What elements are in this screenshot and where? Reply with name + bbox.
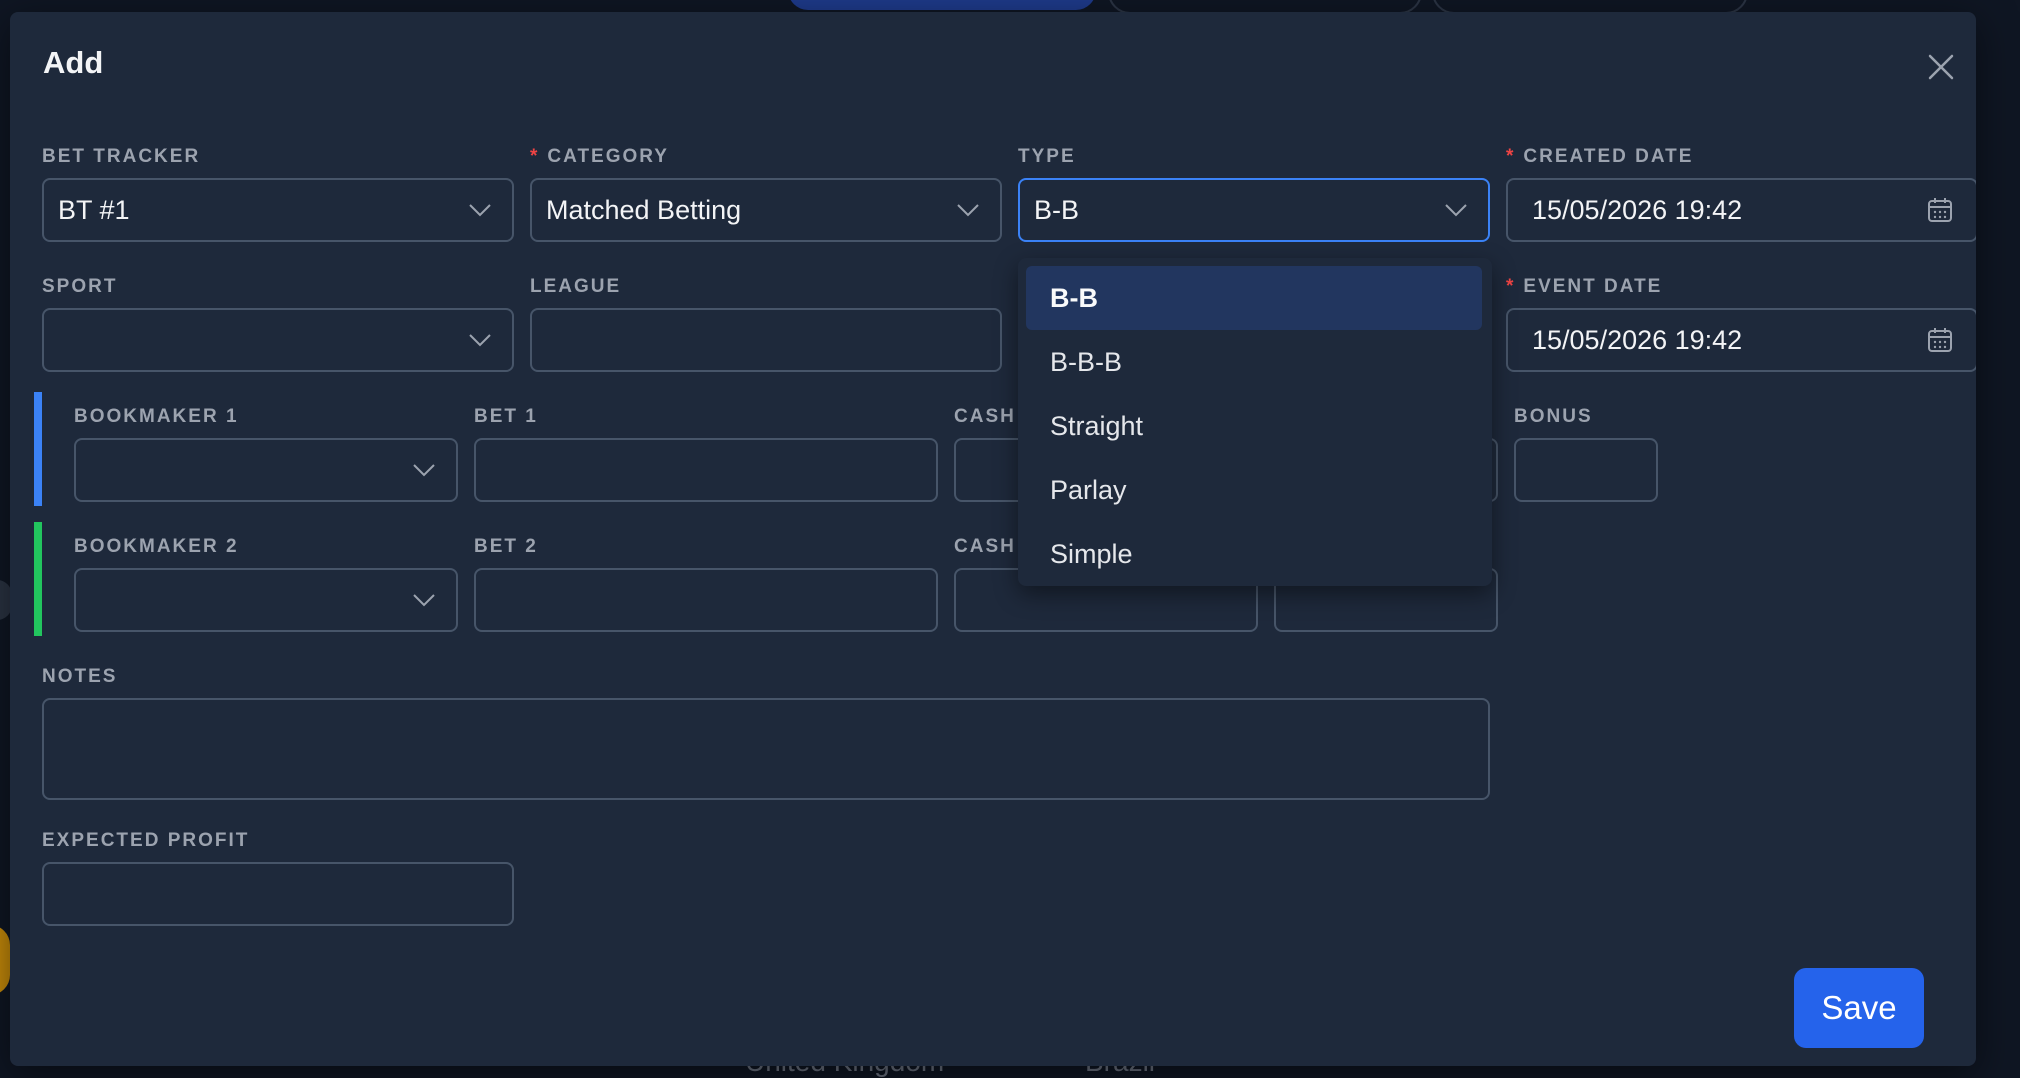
type-select[interactable]: B-B (1018, 178, 1490, 242)
category-label: * CATEGORY (530, 146, 669, 168)
event-date-label-text: EVENT DATE (1523, 276, 1663, 297)
bet-tracker-value: BT #1 (58, 194, 130, 225)
created-date-value: 15/05/2026 19:42 (1532, 194, 1743, 225)
created-date-input[interactable]: 15/05/2026 19:42 (1506, 178, 1976, 242)
bet-1-label: BET 1 (474, 406, 538, 427)
bookmaker-2-label: BOOKMAKER 2 (74, 536, 239, 557)
event-date-value: 15/05/2026 19:42 (1532, 324, 1743, 355)
league-label: LEAGUE (530, 276, 622, 297)
type-value: B-B (1034, 194, 1080, 225)
type-dropdown-menu: B-B B-B-B Straight Parlay Simple (1018, 258, 1492, 586)
bet-2-label: BET 2 (474, 536, 538, 557)
bet-tracker-label: BET TRACKER (42, 146, 201, 167)
required-mark: * (1506, 146, 1516, 167)
event-date-input[interactable]: 15/05/2026 19:42 (1506, 308, 1976, 372)
type-option-simple[interactable]: Simple (1026, 522, 1482, 586)
calendar-icon (1928, 198, 1952, 222)
bookmaker-2-select[interactable] (74, 568, 458, 632)
cash-2-label: CASH (954, 536, 1016, 557)
close-button[interactable] (1924, 50, 1958, 84)
background-badge (0, 925, 10, 995)
chevron-down-icon (469, 334, 491, 347)
chevron-down-icon (1445, 204, 1467, 217)
calendar-icon (1928, 328, 1952, 352)
bookmaker-1-label: BOOKMAKER 1 (74, 406, 239, 427)
cash-1-label: CASH (954, 406, 1016, 427)
type-option-parlay[interactable]: Parlay (1026, 458, 1482, 522)
bookmaker-1-select[interactable] (74, 438, 458, 502)
category-select[interactable]: Matched Betting (530, 178, 1002, 242)
type-option-b-b-b[interactable]: B-B-B (1026, 330, 1482, 394)
event-date-label: * EVENT DATE (1506, 276, 1662, 298)
background-tab-active (788, 0, 1096, 10)
chevron-down-icon (957, 204, 979, 217)
expected-profit-input[interactable] (42, 862, 514, 926)
chevron-down-icon (413, 594, 435, 607)
notes-textarea[interactable] (42, 698, 1490, 800)
type-label: TYPE (1018, 146, 1076, 167)
type-option-straight[interactable]: Straight (1026, 394, 1482, 458)
bookmaker-2-stripe (34, 522, 42, 636)
required-mark: * (530, 146, 540, 167)
modal-title: Add (43, 45, 104, 80)
bookmaker-1-stripe (34, 392, 42, 506)
sport-label: SPORT (42, 276, 118, 297)
category-label-text: CATEGORY (547, 146, 669, 167)
bonus-1-label: BONUS (1514, 406, 1593, 427)
created-date-label-text: CREATED DATE (1523, 146, 1694, 167)
expected-profit-label: EXPECTED PROFIT (42, 830, 250, 851)
bet-2-input[interactable] (474, 568, 938, 632)
created-date-label: * CREATED DATE (1506, 146, 1693, 168)
save-button[interactable]: Save (1794, 968, 1924, 1048)
bet-tracker-select[interactable]: BT #1 (42, 178, 514, 242)
chevron-down-icon (413, 464, 435, 477)
add-modal: Add BET TRACKER * CATEGORY TYPE * CREATED … (10, 12, 1976, 1066)
sport-select[interactable] (42, 308, 514, 372)
chevron-down-icon (469, 204, 491, 217)
bonus-1-input[interactable] (1514, 438, 1658, 502)
type-option-b-b[interactable]: B-B (1026, 266, 1482, 330)
required-mark: * (1506, 276, 1516, 297)
notes-label: NOTES (42, 666, 118, 687)
category-value: Matched Betting (546, 194, 742, 225)
bet-1-input[interactable] (474, 438, 938, 502)
close-icon (1928, 54, 1954, 80)
league-input[interactable] (530, 308, 1002, 372)
